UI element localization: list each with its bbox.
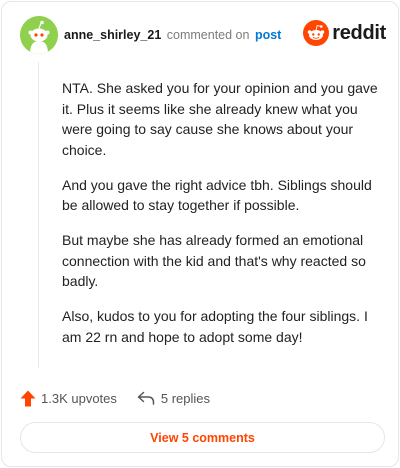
reddit-logo-icon: [303, 20, 330, 46]
comment-actions: 1.3K upvotes 5 replies: [20, 388, 210, 408]
reply-arrow-icon: [137, 391, 155, 405]
action-text: commented on: [166, 28, 250, 42]
comment-header: anne_shirley_21 commented on post reddit: [20, 16, 386, 56]
thread-line[interactable]: [38, 62, 39, 368]
comment-paragraph: Also, kudos to you for adopting the four…: [62, 308, 368, 345]
comment-meta: anne_shirley_21 commented on post: [64, 28, 281, 42]
upvote-count: 1.3K upvotes: [41, 390, 117, 406]
reddit-logo[interactable]: reddit: [303, 20, 386, 46]
comment-paragraph: NTA. She asked you for your opinion and …: [62, 80, 378, 158]
logo-text: reddit: [332, 21, 386, 44]
user-avatar[interactable]: [20, 16, 58, 54]
snoo-avatar-icon: [20, 16, 58, 54]
replies-button[interactable]: 5 replies: [137, 391, 210, 406]
username-link[interactable]: anne_shirley_21: [64, 28, 161, 42]
comment-body: NTA. She asked you for your opinion and …: [62, 78, 382, 362]
upvote-arrow-icon: [20, 390, 36, 406]
post-link[interactable]: post: [255, 28, 281, 42]
replies-count: 5 replies: [160, 390, 211, 406]
comment-paragraph: And you gave the right advice tbh. Sibli…: [62, 176, 372, 214]
comment-card: anne_shirley_21 commented on post reddit…: [1, 1, 399, 467]
comment-paragraph: But maybe she has already formed an emot…: [62, 232, 366, 289]
upvote-button[interactable]: 1.3K upvotes: [20, 390, 117, 407]
view-comments-button[interactable]: View 5 comments: [20, 422, 385, 453]
